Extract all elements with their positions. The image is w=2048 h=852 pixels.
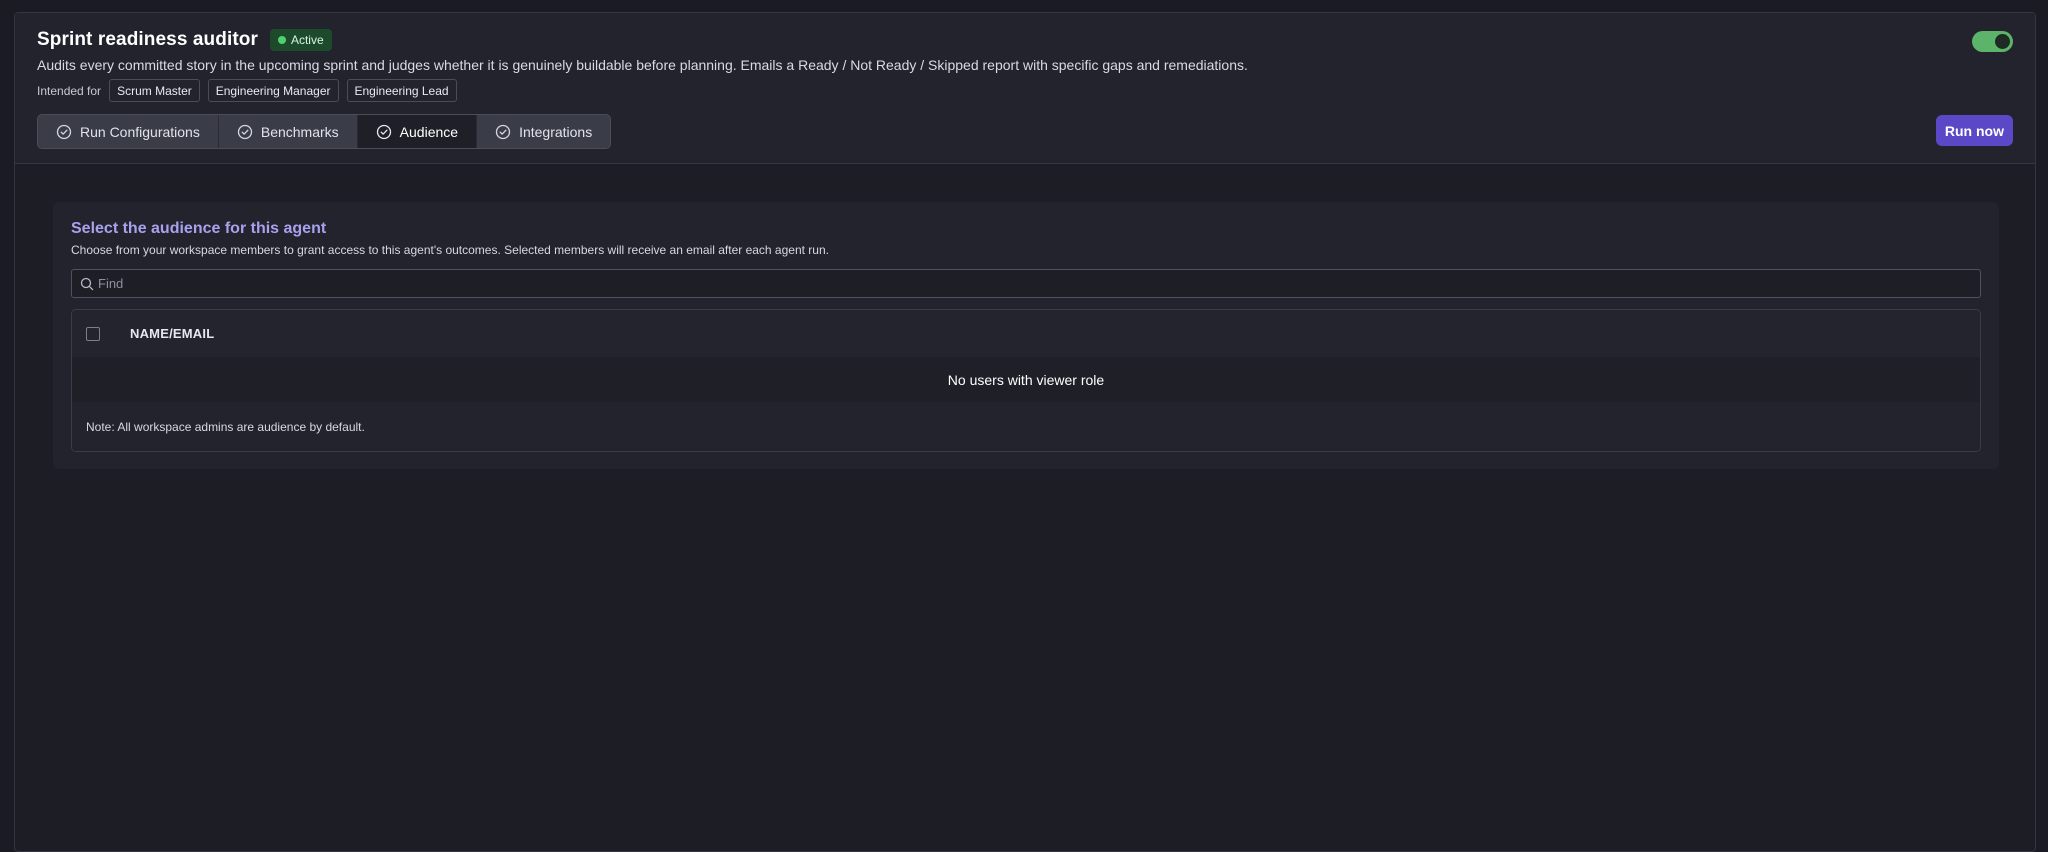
toggle-knob xyxy=(1995,34,2010,49)
role-chip-scrum-master: Scrum Master xyxy=(109,79,200,102)
audience-title: Select the audience for this agent xyxy=(71,220,327,237)
title-row: Sprint readiness auditor Active xyxy=(37,29,332,51)
role-chip-engineering-lead: Engineering Lead xyxy=(346,79,457,102)
audience-subtitle: Choose from your workspace members to gr… xyxy=(71,243,829,257)
check-circle-icon xyxy=(56,124,72,139)
search-icon xyxy=(80,277,94,291)
check-circle-icon xyxy=(237,124,253,139)
tab-integrations[interactable]: Integrations xyxy=(477,115,610,148)
status-dot-icon xyxy=(277,36,286,44)
tab-bar: Run Configurations Benchmarks Audience I… xyxy=(37,114,612,149)
audience-card: Select the audience for this agent Choos… xyxy=(53,202,1999,469)
audience-table: NAME/EMAIL No users with viewer role Not… xyxy=(71,309,1981,452)
tab-label: Integrations xyxy=(519,123,593,140)
agent-description: Audits every committed story in the upco… xyxy=(37,57,1248,73)
status-badge: Active xyxy=(269,29,332,51)
tab-label: Run Configurations xyxy=(80,123,200,140)
agent-header: Sprint readiness auditor Active Audits e… xyxy=(15,13,2035,164)
table-header: NAME/EMAIL xyxy=(72,310,1980,357)
app-frame: Sprint readiness auditor Active Audits e… xyxy=(14,12,2036,852)
run-now-button[interactable]: Run now xyxy=(1935,115,2013,146)
intended-for-row: Intended for Scrum Master Engineering Ma… xyxy=(37,79,465,102)
intended-for-label: Intended for xyxy=(37,83,102,98)
role-chip-engineering-manager: Engineering Manager xyxy=(207,79,339,102)
empty-state-message: No users with viewer role xyxy=(72,357,1980,402)
column-header-name-email: NAME/EMAIL xyxy=(130,326,215,341)
status-label: Active xyxy=(290,33,324,47)
admins-note: Note: All workspace admins are audience … xyxy=(72,402,1980,451)
agent-title: Sprint readiness auditor xyxy=(37,29,258,50)
tab-audience[interactable]: Audience xyxy=(357,115,478,148)
agent-enabled-toggle[interactable] xyxy=(1972,31,2013,52)
search-box xyxy=(71,269,1981,298)
tab-run-configurations[interactable]: Run Configurations xyxy=(38,115,219,148)
tab-label: Benchmarks xyxy=(260,123,339,140)
check-circle-icon xyxy=(376,124,391,139)
search-input[interactable] xyxy=(98,276,1980,291)
select-all-checkbox[interactable] xyxy=(86,326,100,341)
tab-benchmarks[interactable]: Benchmarks xyxy=(219,115,358,148)
check-circle-icon xyxy=(495,124,511,139)
tab-label: Audience xyxy=(399,123,459,140)
